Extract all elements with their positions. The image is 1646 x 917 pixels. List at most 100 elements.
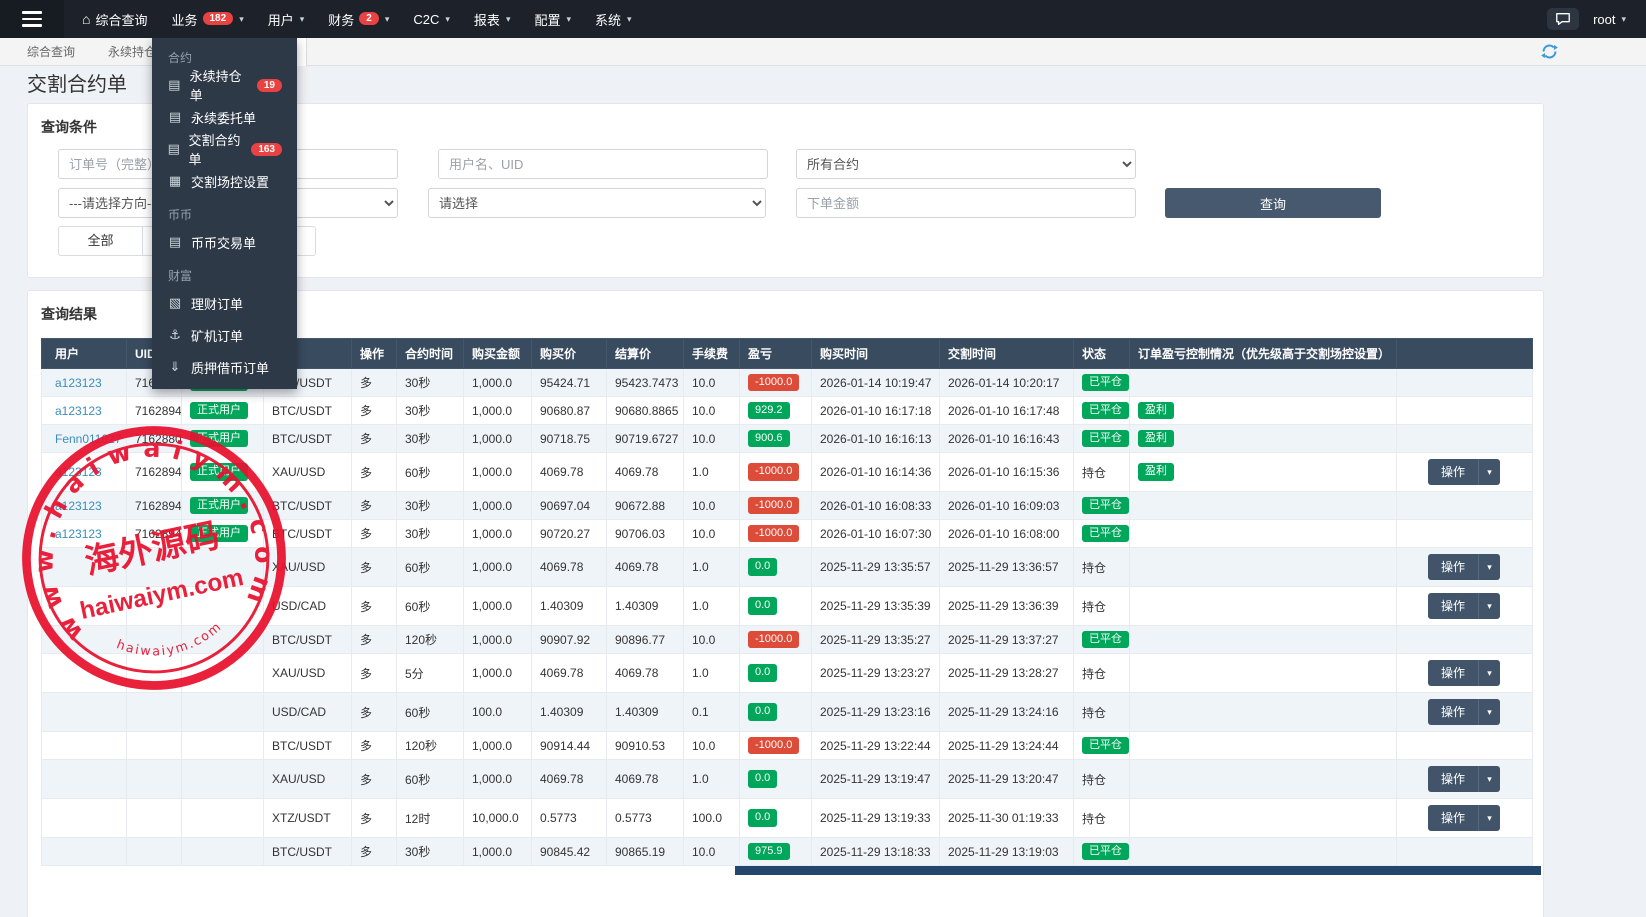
cell-settle-time: 2026-01-10 16:09:03 [940,492,1074,520]
menu-item-label: 币币交易单 [191,233,256,252]
user-type-badge: 正式用户 [190,525,248,543]
tab-all[interactable]: 全部 [59,227,143,255]
menu-item-label: 理财订单 [191,294,243,313]
cell-amount: 100.0 [464,693,532,732]
cell-buy-time: 2026-01-14 10:19:47 [812,369,940,397]
cell-buy-price: 90697.04 [532,492,607,520]
cell-settle-time: 2025-11-29 13:24:16 [940,693,1074,732]
cell-pnl: 0.0 [740,693,812,732]
pnl-badge: -1000.0 [748,525,799,543]
cell-contract: BTC/USDT [264,520,352,548]
menu-item[interactable]: ▧ 理财订单 [152,287,297,319]
cell-pnl: -1000.0 [740,520,812,548]
table-row: BTC/USDT多120秒1,000.090914.4490910.5310.0… [42,732,1533,760]
nav-item-3[interactable]: 用户▾ [256,0,317,38]
chevron-down-icon[interactable]: ▾ [1478,699,1500,725]
cell-status: 持仓 [1074,654,1130,693]
cell-pnl: 0.0 [740,799,812,838]
nav-item-6[interactable]: 报表▾ [462,0,523,38]
cell-contract: XAU/USD [264,548,352,587]
cell-pnl: 0.0 [740,654,812,693]
pnl-badge: 0.0 [748,703,777,721]
cell-pnl: -1000.0 [740,732,812,760]
row-action-button[interactable]: 操作▾ [1428,459,1500,485]
user-link[interactable]: a123123 [55,499,102,513]
cell-buy-time: 2025-11-29 13:23:27 [812,654,940,693]
menu-item[interactable]: ⚓矿机订单 [152,319,297,351]
status-text: 持仓 [1082,773,1106,787]
cell-user [42,799,127,838]
chevron-down-icon[interactable]: ▾ [1478,766,1500,792]
pnl-badge: 0.0 [748,558,777,576]
user-menu[interactable]: root ▾ [1593,12,1626,27]
chevron-down-icon[interactable]: ▾ [1478,459,1500,485]
row-action-button[interactable]: 操作▾ [1428,699,1500,725]
tab-overview[interactable]: 综合查询 [27,38,75,66]
user-link[interactable]: a123123 [55,404,102,418]
cell-uid [127,548,182,587]
row-action-button[interactable]: 操作▾ [1428,766,1500,792]
row-action-button[interactable]: 操作▾ [1428,554,1500,580]
menu-item[interactable]: ▦交割场控设置 [152,165,297,197]
cell-user-type [182,799,264,838]
tab-perpetual[interactable]: 永续持仓 [108,38,156,66]
cell-user-type [182,838,264,866]
pnl-badge: 0.0 [748,664,777,682]
cell-period: 120秒 [397,732,464,760]
chevron-down-icon[interactable]: ▾ [1478,554,1500,580]
cell-period: 30秒 [397,492,464,520]
cell-direction: 多 [352,626,397,654]
cell-pnl-control [1130,838,1397,866]
nav-item-8[interactable]: 系统▾ [583,0,644,38]
nav-item-label: 报表 [474,10,500,29]
cell-buy-price: 4069.78 [532,453,607,492]
menu-item[interactable]: ▤永续持仓单19 [152,69,297,101]
chevron-down-icon[interactable]: ▾ [1478,660,1500,686]
menu-item[interactable]: ▤币币交易单 [152,226,297,258]
folder-icon: ▧ [167,295,183,311]
status-badge: 已平仓 [1082,843,1129,861]
chevron-down-icon[interactable]: ▾ [1478,593,1500,619]
navbar-right: root ▾ [1547,0,1646,38]
nav-item-5[interactable]: C2C▾ [401,0,462,38]
nav-item-2[interactable]: 业务182▾ [159,0,255,38]
cell-user-type [182,654,264,693]
sidebar-toggle-button[interactable] [0,0,64,38]
menu-item-label: 交割场控设置 [191,172,269,191]
menu-section-title: 币币 [152,197,297,226]
cell-contract: XTZ/USDT [264,799,352,838]
panel-title: 查询条件 [41,117,97,137]
refresh-icon[interactable] [1541,43,1558,60]
menu-item[interactable]: ⇓质押借币订单 [152,351,297,383]
status-select[interactable]: 请选择 [428,188,766,218]
row-action-button[interactable]: 操作▾ [1428,805,1500,831]
nav-menu: ⌂综合查询业务182▾用户▾财务2▾C2C▾报表▾配置▾系统▾ [70,0,644,38]
menu-item[interactable]: ▤交割合约单163 [152,133,297,165]
cell-settle-price: 95423.7473 [607,369,684,397]
row-action-button[interactable]: 操作▾ [1428,593,1500,619]
nav-item-7[interactable]: 配置▾ [522,0,583,38]
cell-direction: 多 [352,453,397,492]
messages-button[interactable] [1547,8,1579,30]
cell-uid [127,693,182,732]
user-link[interactable]: a123123 [55,376,102,390]
cell-settle-price: 1.40309 [607,693,684,732]
table-row: BTC/USDT多30秒1,000.090845.4290865.1910.09… [42,838,1533,866]
cell-buy-time: 2026-01-10 16:08:33 [812,492,940,520]
cell-fee: 1.0 [684,587,740,626]
contract-select[interactable]: 所有合约 [796,149,1136,179]
user-link[interactable]: Fenn011027 [55,432,122,446]
user-link[interactable]: a123123 [55,465,102,479]
nav-item-1[interactable]: ⌂综合查询 [70,0,159,38]
menu-item[interactable]: ▤永续委托单 [152,101,297,133]
row-action-button[interactable]: 操作▾ [1428,660,1500,686]
nav-item-4[interactable]: 财务2▾ [316,0,401,38]
action-button-label: 操作 [1428,593,1478,619]
cell-user-type [182,732,264,760]
user-link[interactable]: a123123 [55,527,102,541]
chevron-down-icon[interactable]: ▾ [1478,805,1500,831]
search-button[interactable]: 查询 [1165,188,1381,218]
order-amount-input[interactable] [796,188,1136,218]
user-uid-input[interactable] [438,149,768,179]
cell-buy-price: 4069.78 [532,760,607,799]
